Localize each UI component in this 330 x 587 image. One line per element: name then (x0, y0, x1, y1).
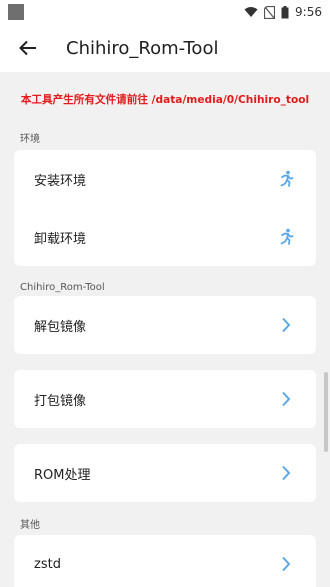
item-label: 安装环境 (34, 173, 87, 189)
item-label: ROM处理 (34, 467, 91, 483)
running-person-icon (276, 227, 296, 247)
chevron-right-icon (276, 389, 296, 409)
pack-image-item[interactable]: 打包镜像 (14, 370, 316, 428)
install-environment-item[interactable]: 安装环境 (14, 150, 316, 208)
chevron-right-icon (276, 463, 296, 483)
scrollbar[interactable] (324, 372, 328, 452)
status-time: 9:56 (295, 5, 322, 19)
section-label-environment: 环境 (20, 134, 40, 145)
wifi-icon (244, 7, 258, 17)
battery-icon (281, 5, 289, 18)
no-sim-icon (264, 5, 276, 19)
running-person-icon (276, 169, 296, 189)
back-button[interactable] (16, 36, 40, 60)
page-title: Chihiro_Rom-Tool (66, 37, 219, 59)
pack-image-card: 打包镜像 (14, 370, 316, 428)
zstd-card: zstd (14, 535, 316, 587)
app-bar: Chihiro_Rom-Tool (0, 24, 330, 72)
status-bar: 9:56 (0, 0, 330, 24)
unpack-image-item[interactable]: 解包镜像 (14, 296, 316, 354)
notification-icon (8, 4, 24, 20)
uninstall-environment-item[interactable]: 卸载环境 (14, 208, 316, 266)
item-label: zstd (34, 556, 61, 572)
section-label-tool: Chihiro_Rom-Tool (20, 282, 105, 293)
section-label-other: 其他 (20, 520, 40, 531)
unpack-image-card: 解包镜像 (14, 296, 316, 354)
status-icons: 9:56 (244, 5, 322, 19)
chevron-right-icon (276, 554, 296, 574)
environment-card: 安装环境 卸载环境 (14, 150, 316, 266)
main-content: 本工具产生所有文件请前往 /data/media/0/Chihiro_tool … (0, 72, 330, 587)
back-arrow-icon (19, 40, 36, 56)
item-label: 解包镜像 (34, 319, 87, 335)
chevron-right-icon (276, 315, 296, 335)
item-label: 卸载环境 (34, 231, 87, 247)
rom-process-item[interactable]: ROM处理 (14, 444, 316, 502)
notice-text: 本工具产生所有文件请前往 /data/media/0/Chihiro_tool (20, 94, 310, 106)
zstd-item[interactable]: zstd (14, 535, 316, 587)
rom-process-card: ROM处理 (14, 444, 316, 502)
item-label: 打包镜像 (34, 393, 87, 409)
